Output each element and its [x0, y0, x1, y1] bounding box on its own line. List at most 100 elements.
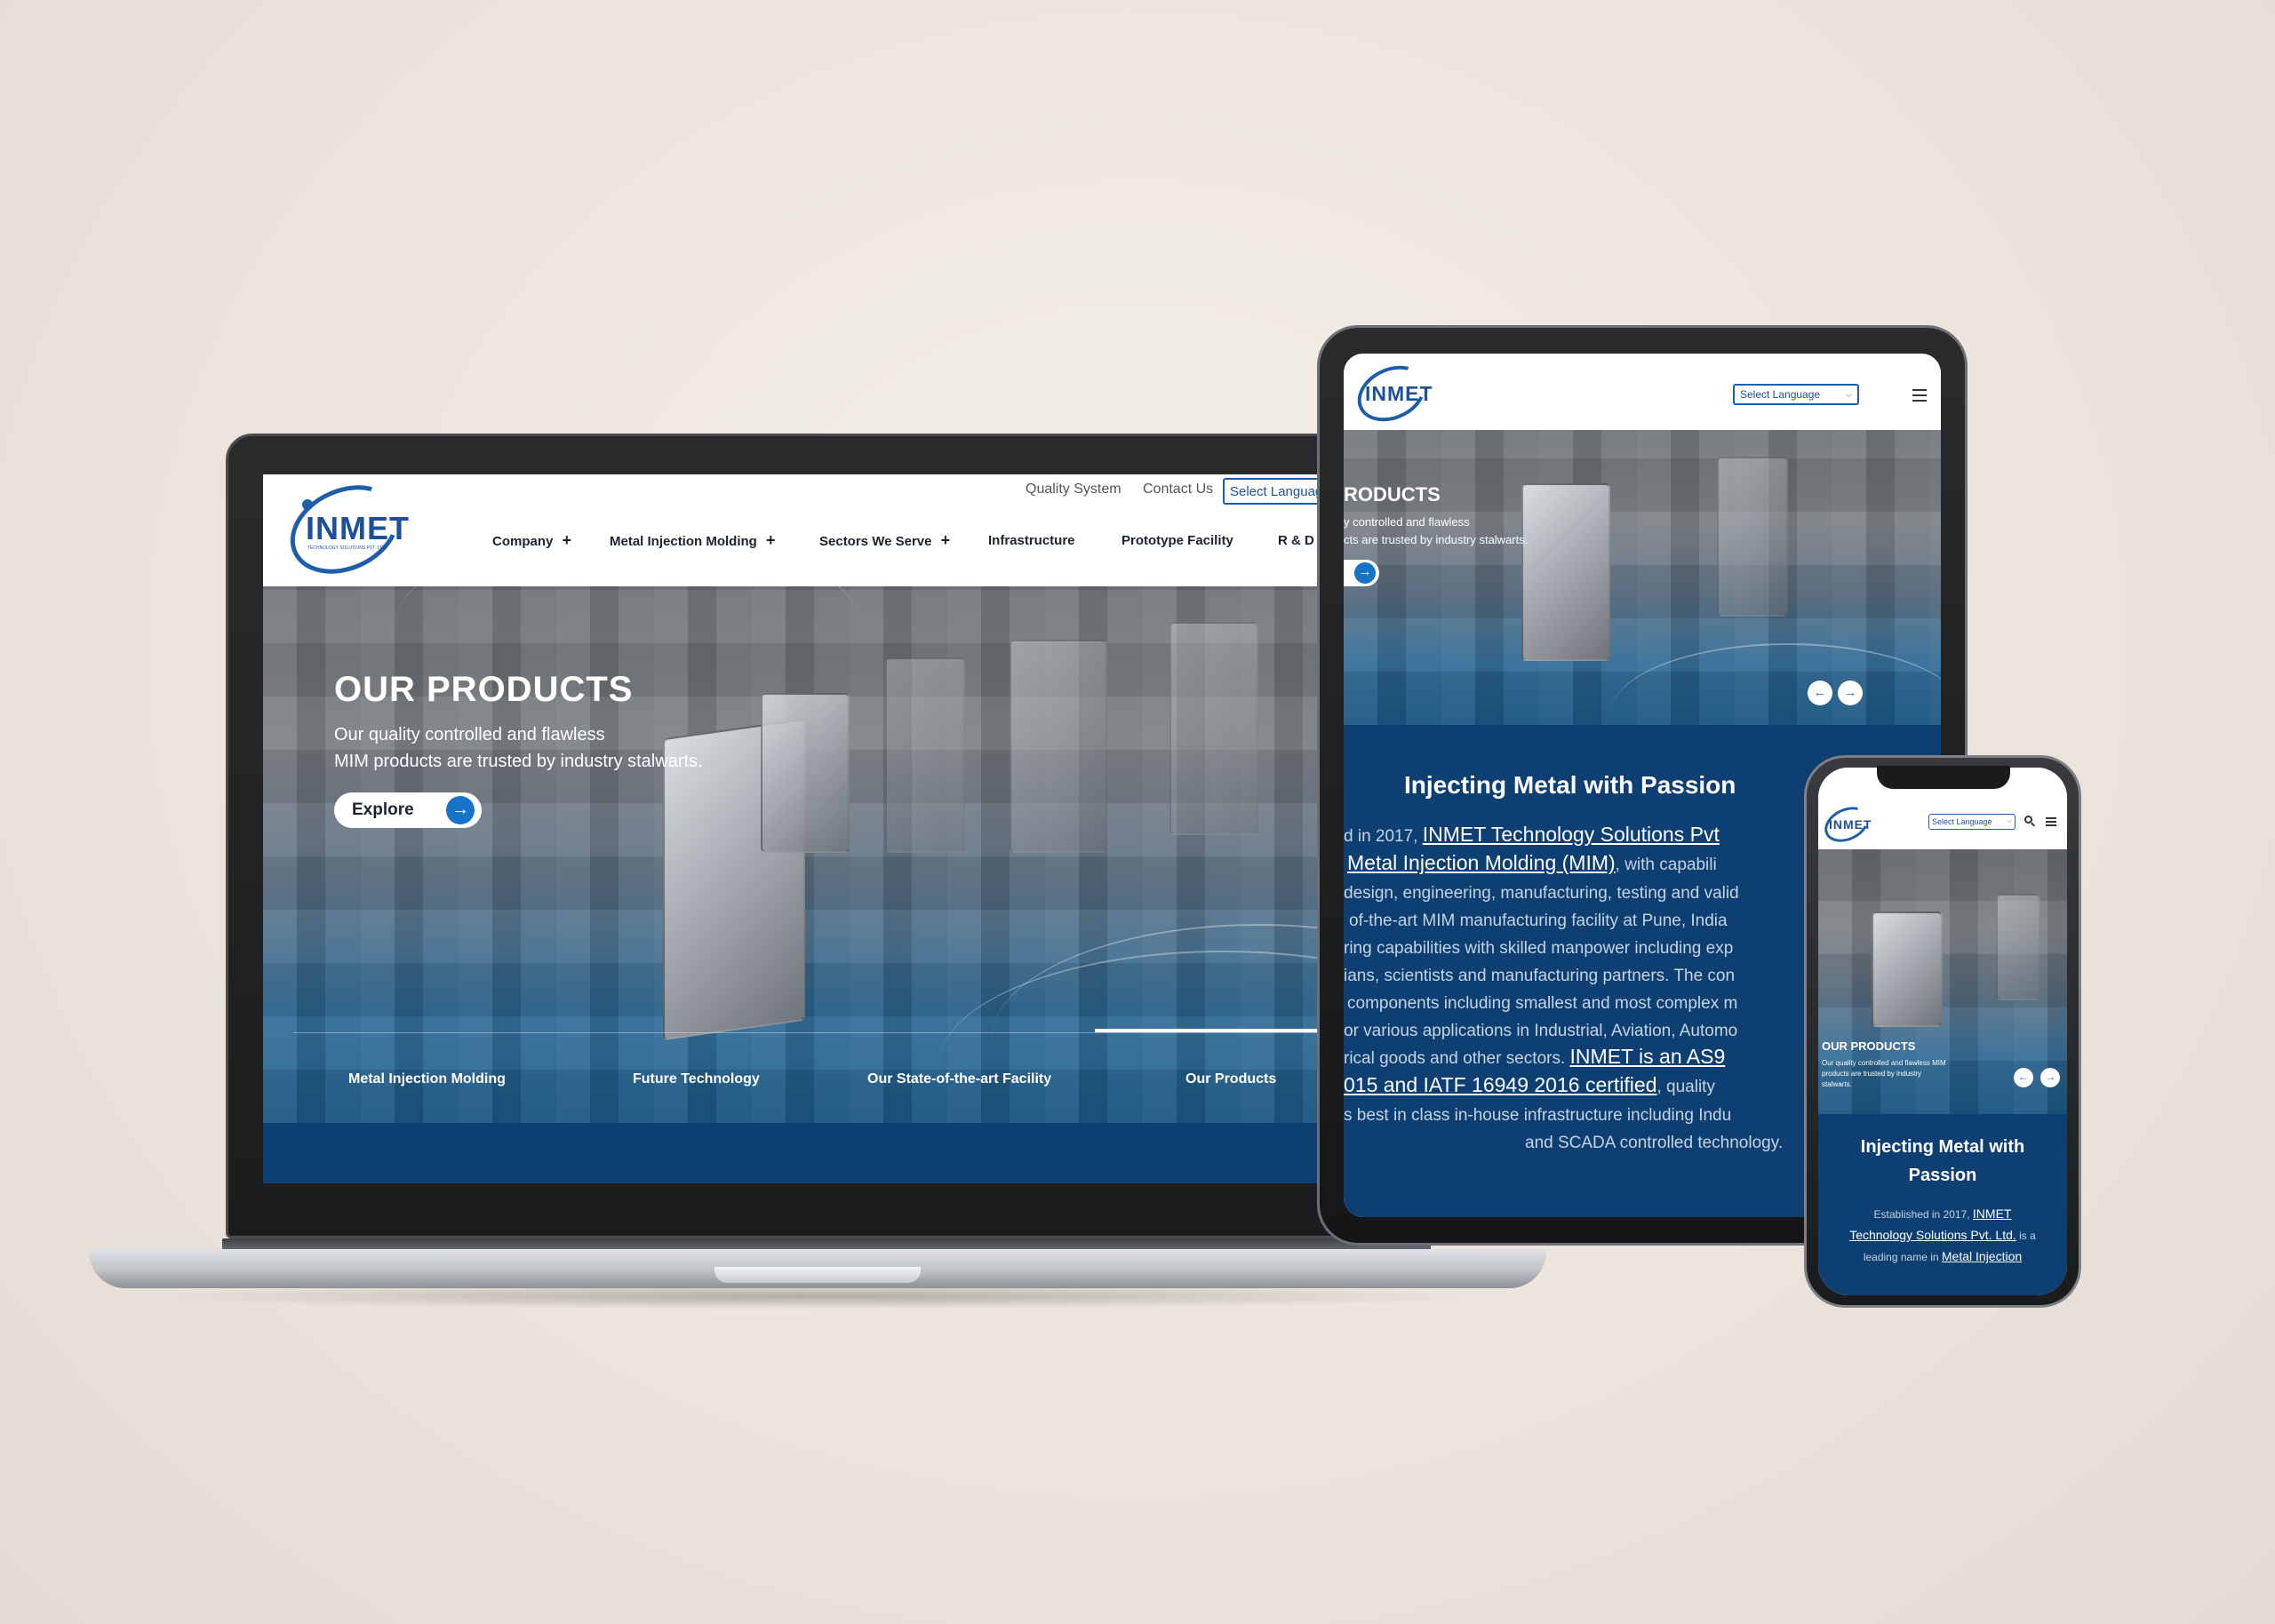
active-tab-indicator [1095, 1029, 1335, 1032]
nav-metal-injection-molding[interactable]: Metal Injection Molding + [610, 531, 776, 550]
phone-logo-text: INMET [1829, 817, 1872, 832]
tablet-hero-line2: cts are trusted by industry stalwarts. [1344, 533, 1529, 546]
logo-dot-icon [302, 499, 313, 510]
nav-company[interactable]: Company + [492, 531, 571, 550]
explore-button[interactable]: Explore → [334, 792, 482, 828]
hero-subtitle-line2: MIM products are trusted by industry sta… [334, 752, 703, 771]
phone-section-title-line2: Passion [1908, 1166, 1977, 1185]
phone-hero-part-image [1872, 912, 1943, 1027]
phone-para-text: is a [2016, 1230, 2036, 1242]
tablet-hero-wave [1610, 643, 1941, 725]
phone-hero: OUR PRODUCTS Our quality controlled and … [1818, 849, 2067, 1114]
tablet-logo-text: INMET [1365, 382, 1433, 405]
tablet-iatf-link[interactable]: 015 and IATF 16949 2016 certified [1344, 1073, 1656, 1096]
phone-slider-next-button[interactable]: → [2040, 1068, 2060, 1087]
phone-hero-line1: Our quality controlled and flawless MIM [1822, 1059, 1946, 1067]
chevron-down-icon: ⌵ [2007, 818, 2012, 824]
nav-sectors-we-serve[interactable]: Sectors We Serve + [819, 531, 950, 550]
nav-prototype-facility[interactable]: Prototype Facility [1122, 533, 1233, 548]
plus-icon: + [562, 531, 572, 549]
tablet-language-select[interactable]: Select Language ⌵ [1733, 384, 1859, 405]
phone-hero-part-image-2 [1996, 894, 2040, 1000]
tablet-para-text: d in 2017, [1344, 827, 1423, 846]
tablet-para-line4: of-the-art MIM manufacturing facility at… [1349, 912, 1728, 930]
tablet-hero-title: RODUCTS [1344, 483, 1441, 506]
phone-para-line2: Technology Solutions Pvt. Ltd. is a [1818, 1228, 2067, 1242]
tablet-para-line7: components including smallest and most c… [1347, 994, 1738, 1013]
phone-mim-link[interactable]: Metal Injection [1942, 1249, 2022, 1263]
phone-para-text: leading name in [1863, 1251, 1942, 1263]
tab-our-facility[interactable]: Our State-of-the-art Facility [867, 1071, 1051, 1087]
language-select-value: Select Language [1230, 483, 1330, 499]
logo-text: INMET [306, 510, 410, 546]
top-link-quality-system[interactable]: Quality System [1026, 482, 1122, 498]
section-band [263, 1123, 1392, 1183]
explore-button-label: Explore [352, 800, 414, 819]
tablet-hero-part-image [1521, 483, 1610, 661]
tablet-hero-line1: y controlled and flawless [1344, 515, 1470, 529]
tablet-para-text: , with capabili [1615, 856, 1717, 874]
phone-section-title-line1: Injecting Metal with [1860, 1137, 2025, 1157]
arrow-right-icon: → [446, 796, 475, 824]
nav-infrastructure[interactable]: Infrastructure [988, 533, 1075, 548]
phone-company-link[interactable]: Technology Solutions Pvt. Ltd. [1849, 1228, 2016, 1242]
tab-future-technology[interactable]: Future Technology [633, 1071, 760, 1087]
nav-r-and-d[interactable]: R & D [1278, 533, 1314, 548]
phone-para-line3: leading name in Metal Injection [1818, 1249, 2067, 1263]
tablet-para-line2: Metal Injection Molding (MIM), with capa… [1347, 849, 1717, 879]
logo-tagline: TECHNOLOGY SOLUTIONS PVT. LTD. [307, 545, 387, 551]
tablet-para-text: , quality [1656, 1078, 1715, 1096]
phone-slider-prev-button[interactable]: ← [2014, 1068, 2033, 1087]
site-logo[interactable]: INMET TECHNOLOGY SOLUTIONS PVT. LTD. [275, 474, 414, 591]
phone-inmet-link[interactable]: INMET [1973, 1206, 2012, 1221]
tabs-divider [293, 1032, 1361, 1033]
phone-language-select-value: Select Language [1932, 817, 1992, 826]
tablet-para-line5: ring capabilities with skilled manpower … [1344, 939, 1734, 958]
tablet-company-link[interactable]: INMET Technology Solutions Pvt [1423, 823, 1720, 846]
phone-logo[interactable]: INMET [1818, 800, 1877, 849]
nav-mim-label: Metal Injection Molding [610, 534, 757, 549]
plus-icon: + [940, 531, 951, 549]
phone-para-text: Established in 2017, [1873, 1208, 1973, 1221]
tablet-hero: RODUCTS y controlled and flawless cts ar… [1344, 430, 1941, 725]
phone-notch [1877, 766, 2010, 789]
tablet-logo[interactable]: INMET [1348, 354, 1436, 433]
hero-title: OUR PRODUCTS [334, 670, 634, 709]
nav-company-label: Company [492, 534, 554, 549]
phone-hero-line2: products are trusted by industry [1822, 1070, 1922, 1078]
phone-hamburger-menu-icon[interactable] [2046, 817, 2056, 826]
phone-about-section: Injecting Metal with Passion Established… [1818, 1114, 2067, 1295]
hero-part-image-5 [885, 657, 965, 853]
tablet-header: INMET Select Language ⌵ [1344, 354, 1941, 433]
laptop-notch [714, 1267, 921, 1283]
tablet-para-line11: s best in class in-house infrastructure … [1344, 1106, 1732, 1125]
tablet-cert-link[interactable]: INMET is an AS9 [1570, 1045, 1726, 1068]
phone-search-icon[interactable] [2024, 816, 2035, 827]
site-header: INMET TECHNOLOGY SOLUTIONS PVT. LTD. Qua… [263, 474, 1392, 591]
hero-part-image-3 [1010, 640, 1107, 853]
tab-metal-injection-molding[interactable]: Metal Injection Molding [348, 1071, 506, 1087]
tablet-slider-next-button[interactable]: → [1838, 681, 1863, 705]
top-link-contact-us[interactable]: Contact Us [1143, 482, 1213, 498]
chevron-down-icon: ⌵ [1846, 389, 1852, 399]
hero-part-image-2 [761, 693, 850, 853]
tablet-section-title: Injecting Metal with Passion [1404, 771, 1736, 799]
tablet-language-select-value: Select Language [1740, 388, 1821, 401]
tablet-mim-link[interactable]: Metal Injection Molding (MIM) [1347, 851, 1616, 874]
tablet-explore-button[interactable]: → [1344, 560, 1379, 586]
phone-hero-line3: stalwarts. [1822, 1080, 1852, 1088]
tablet-para-line3: design, engineering, manufacturing, test… [1344, 884, 1739, 903]
phone-para-line1: Established in 2017, INMET [1818, 1206, 2067, 1221]
phone-screen: INMET Select Language ⌵ OUR PRODUCTS Our… [1818, 768, 2067, 1295]
tablet-para-text: rical goods and other sectors. [1344, 1049, 1570, 1068]
laptop-screen: INMET TECHNOLOGY SOLUTIONS PVT. LTD. Qua… [263, 474, 1392, 1183]
nav-sectors-label: Sectors We Serve [819, 534, 932, 549]
tab-our-products[interactable]: Our Products [1185, 1071, 1276, 1087]
hamburger-menu-icon[interactable] [1912, 389, 1927, 402]
phone-hero-title: OUR PRODUCTS [1822, 1039, 1916, 1053]
tablet-hero-part-image-2 [1717, 457, 1788, 617]
tablet-slider-prev-button[interactable]: ← [1808, 681, 1832, 705]
hero-subtitle-line1: Our quality controlled and flawless [334, 725, 605, 744]
plus-icon: + [766, 531, 776, 549]
phone-language-select[interactable]: Select Language ⌵ [1928, 814, 2016, 830]
